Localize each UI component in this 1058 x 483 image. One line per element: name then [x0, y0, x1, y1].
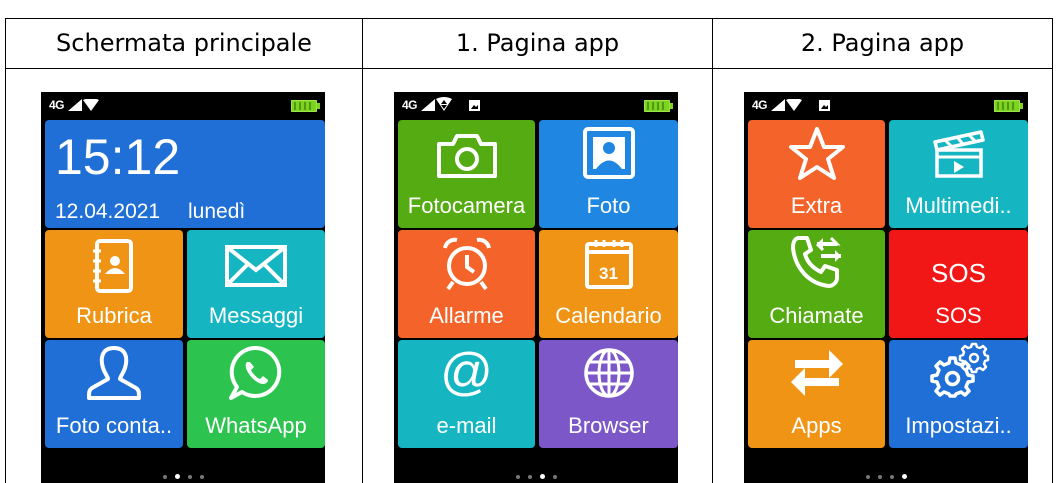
camera-icon [436, 134, 497, 178]
image-notification-icon [469, 100, 480, 111]
tile-impostazioni[interactable]: Impostazi.. [889, 340, 1028, 448]
tile-label: Rubrica [76, 303, 152, 328]
signal-icon [771, 99, 785, 111]
swap-arrows-icon [790, 350, 843, 396]
tile-extra[interactable]: Extra [748, 120, 885, 228]
page-dot-active [539, 474, 545, 479]
network-type-label: 4G [49, 98, 65, 112]
whatsapp-icon [229, 345, 282, 400]
page-dot [187, 474, 192, 479]
tile-chiamate[interactable]: Chiamate [748, 230, 885, 338]
tile-messaggi[interactable]: Messaggi [187, 230, 325, 338]
tile-label: Allarme [429, 303, 504, 328]
clock-date: 12.04.2021 [55, 200, 161, 223]
tile-label: Foto conta.. [55, 413, 173, 438]
tile-calendario[interactable]: 31 Calendario [539, 230, 678, 338]
network-type-label: 4G [402, 98, 418, 112]
table-border-left [5, 18, 6, 483]
table-column-divider-1 [362, 18, 363, 483]
tile-rubrica[interactable]: Rubrica [45, 230, 183, 338]
battery-icon [994, 100, 1023, 112]
tile-label: Browser [568, 413, 649, 438]
status-bar: 4G [41, 92, 325, 118]
page-dot [889, 474, 894, 479]
person-outline-icon [87, 346, 141, 400]
tile-foto-contatti[interactable]: Foto conta.. [45, 340, 183, 448]
phone-screen-home: 4G 15:12 12.04.2021 lunedì Rubrica Messa… [41, 92, 325, 483]
tile-label: e-mail [436, 413, 497, 438]
tile-label: Fotocamera [407, 193, 526, 218]
page-indicator[interactable] [41, 474, 325, 479]
clock-widget[interactable]: 15:12 12.04.2021 lunedì [45, 120, 325, 228]
battery-icon [291, 100, 320, 112]
wifi-icon [786, 99, 802, 111]
tile-sos[interactable]: SOS SOS [889, 230, 1028, 338]
clock-weekday: lunedì [188, 200, 246, 223]
page-dot [515, 474, 520, 479]
battery-icon [644, 100, 673, 112]
column-header-app-page-1: 1. Pagina app [455, 29, 620, 57]
wifi-data-icon [436, 97, 452, 111]
tile-label: Apps [791, 413, 842, 438]
phone-screen-app-page-2: 4G Extra Multimedi.. Chiamate SOS SOS Ap… [744, 92, 1028, 483]
tile-label: Multimedi.. [905, 193, 1012, 218]
clapperboard-icon [932, 130, 985, 178]
tile-multimedia[interactable]: Multimedi.. [889, 120, 1028, 228]
page-dot [162, 474, 167, 479]
column-header-home: Schermata principale [56, 29, 312, 57]
tile-label: Chiamate [769, 303, 864, 328]
photo-icon [582, 127, 635, 179]
table-border-right [1052, 18, 1053, 483]
tile-apps[interactable]: Apps [748, 340, 885, 448]
table-column-divider-2 [712, 18, 713, 483]
page-dot [199, 474, 204, 479]
sos-icon: SOS [931, 258, 986, 288]
page-indicator[interactable] [394, 474, 678, 479]
status-bar: 4G [744, 92, 1028, 118]
alarm-clock-icon [442, 237, 491, 291]
status-bar: 4G [394, 92, 678, 118]
page-dot [527, 474, 532, 479]
column-header-app-page-2: 2. Pagina app [800, 29, 965, 57]
gears-icon [929, 342, 989, 398]
network-type-label: 4G [752, 98, 768, 112]
globe-icon [583, 348, 634, 398]
tile-label: Impostazi.. [905, 413, 1012, 438]
page-dot [877, 474, 882, 479]
tile-label: Foto [586, 193, 631, 218]
clock-time: 15:12 [55, 129, 181, 185]
comparison-table: Schermata principale 1. Pagina app 2. Pa… [5, 18, 1053, 483]
tile-email[interactable]: @ e-mail [398, 340, 535, 448]
phone-arrows-icon [790, 236, 841, 288]
page-dot-active [174, 474, 180, 479]
tile-fotocamera[interactable]: Fotocamera [398, 120, 535, 228]
wifi-icon [83, 99, 99, 111]
tile-whatsapp[interactable]: WhatsApp [187, 340, 325, 448]
page-dot-active [901, 474, 907, 479]
contacts-book-icon [93, 239, 133, 293]
tile-allarme[interactable]: Allarme [398, 230, 535, 338]
signal-icon [68, 99, 82, 111]
signal-icon [421, 99, 435, 111]
image-notification-icon [819, 100, 830, 111]
calendar-day-number: 31 [599, 264, 618, 283]
tile-label: SOS [935, 303, 982, 328]
tile-foto[interactable]: Foto [539, 120, 678, 228]
page-dot [865, 474, 870, 479]
table-header-divider [5, 68, 1053, 69]
tile-label: Calendario [555, 303, 662, 328]
tile-label: Extra [790, 193, 843, 218]
star-icon [788, 127, 845, 180]
tile-label: Messaggi [208, 303, 304, 328]
at-sign-icon: @ [440, 343, 493, 401]
envelope-icon [225, 245, 287, 287]
page-dot [552, 474, 557, 479]
tile-browser[interactable]: Browser [539, 340, 678, 448]
phone-screen-app-page-1: 4G Fotocamera Foto Allarme 31 Calendario… [394, 92, 678, 483]
page-indicator[interactable] [744, 474, 1028, 479]
tile-label: WhatsApp [205, 413, 307, 438]
